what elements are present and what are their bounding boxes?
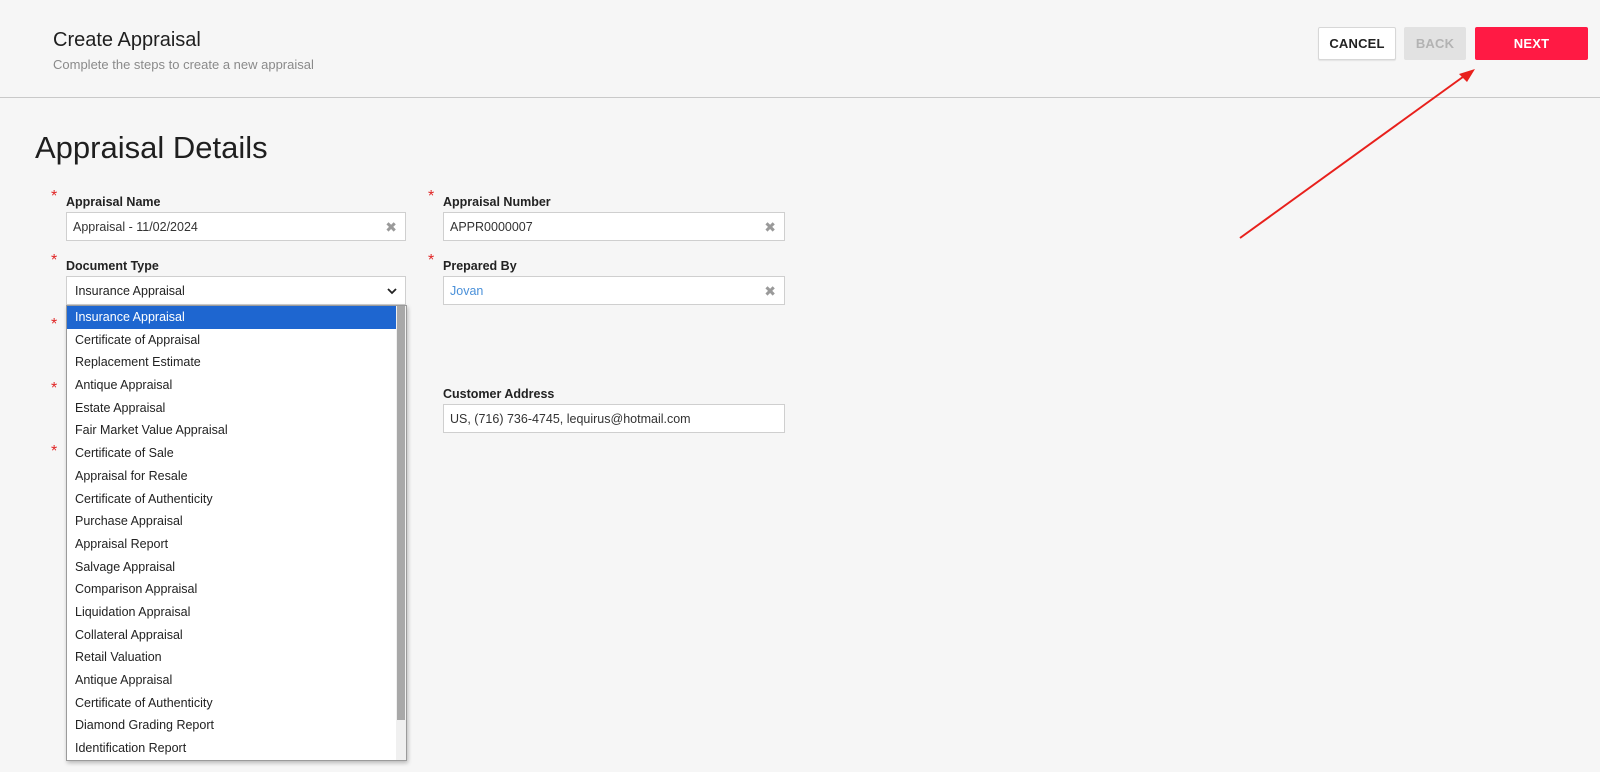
dropdown-option[interactable]: Retail Valuation (67, 646, 398, 669)
required-marker: * (51, 380, 58, 397)
dropdown-option[interactable]: Salvage Appraisal (67, 556, 398, 579)
required-marker: * (51, 316, 58, 333)
required-marker: * (428, 188, 435, 205)
section-title: Appraisal Details (35, 130, 268, 165)
appraisal-number-label: Appraisal Number (443, 195, 551, 209)
required-marker: * (51, 252, 58, 269)
dropdown-option[interactable]: Certificate of Appraisal (67, 329, 398, 352)
annotation-arrow (1239, 69, 1475, 239)
back-button[interactable]: BACK (1404, 27, 1466, 60)
dropdown-option[interactable]: Replacement Estimate (67, 351, 398, 374)
dropdown-option[interactable]: Fair Market Value Appraisal (67, 419, 398, 442)
appraisal-name-value: Appraisal - 11/02/2024 (73, 219, 198, 234)
customer-address-value: US, (716) 736-4745, lequirus@hotmail.com (450, 411, 691, 426)
required-marker: * (51, 188, 58, 205)
page-title: Create Appraisal (53, 29, 201, 51)
dropdown-option[interactable]: Estate Appraisal (67, 397, 398, 420)
dropdown-option[interactable]: Liquidation Appraisal (67, 601, 398, 624)
next-button[interactable]: NEXT (1475, 27, 1588, 60)
dropdown-option[interactable]: Insurance Appraisal (67, 306, 398, 329)
dropdown-option[interactable]: Certificate of Authenticity (67, 488, 398, 511)
customer-address-input[interactable]: US, (716) 736-4745, lequirus@hotmail.com (443, 404, 785, 433)
customer-address-label: Customer Address (443, 387, 555, 401)
appraisal-number-input[interactable]: APPR0000007 ✖ (443, 212, 785, 241)
dropdown-list: Insurance Appraisal Certificate of Apprai… (67, 306, 406, 760)
scrollbar-thumb[interactable] (397, 306, 405, 720)
clear-x-icon[interactable]: ✖ (764, 219, 776, 236)
clear-x-icon[interactable]: ✖ (385, 219, 397, 236)
prepared-by-label: Prepared By (443, 259, 517, 273)
appraisal-name-input[interactable]: Appraisal - 11/02/2024 ✖ (66, 212, 406, 241)
dropdown-option[interactable]: Appraisal Report (67, 533, 398, 556)
required-marker: * (428, 252, 435, 269)
dropdown-option[interactable]: Antique Appraisal (67, 669, 398, 692)
dropdown-option[interactable]: Collateral Appraisal (67, 624, 398, 647)
clear-x-icon[interactable]: ✖ (764, 283, 776, 300)
cancel-button[interactable]: CANCEL (1318, 27, 1396, 60)
dropdown-option[interactable]: Purchase Appraisal (67, 510, 398, 533)
page-subtitle: Complete the steps to create a new appra… (53, 57, 314, 72)
dropdown-scrollbar[interactable] (396, 306, 406, 760)
appraisal-number-value: APPR0000007 (450, 219, 533, 234)
dropdown-option[interactable]: Appraisal for Resale (67, 465, 398, 488)
dropdown-option[interactable]: Identification Report (67, 737, 398, 760)
chevron-down-icon (387, 288, 397, 295)
document-type-dropdown[interactable]: Insurance Appraisal Certificate of Apprai… (66, 305, 407, 761)
required-marker: * (51, 443, 58, 460)
document-type-label: Document Type (66, 259, 159, 273)
prepared-by-value[interactable]: Jovan (450, 284, 483, 298)
dropdown-option[interactable]: Antique Appraisal (67, 374, 398, 397)
dropdown-option[interactable]: Certificate of Authenticity (67, 692, 398, 715)
prepared-by-input[interactable]: Jovan ✖ (443, 276, 785, 305)
dropdown-option[interactable]: Certificate of Sale (67, 442, 398, 465)
dropdown-option[interactable]: Comparison Appraisal (67, 578, 398, 601)
document-type-select[interactable]: Insurance Appraisal (66, 276, 406, 305)
document-type-value: Insurance Appraisal (75, 283, 185, 298)
dropdown-option[interactable]: Diamond Grading Report (67, 714, 398, 737)
appraisal-name-label: Appraisal Name (66, 195, 161, 209)
